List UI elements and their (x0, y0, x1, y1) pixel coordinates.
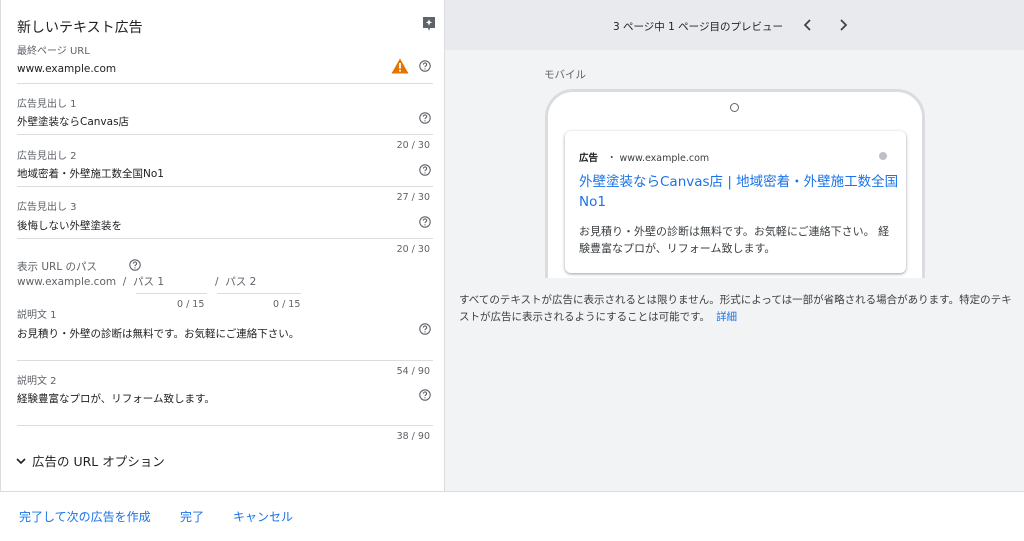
divider (17, 238, 433, 239)
headline2-char-count: 27 / 30 (396, 192, 430, 203)
sparkle-icon[interactable] (421, 16, 437, 32)
cancel-button[interactable]: キャンセル (233, 508, 293, 525)
ad-badge: 広告 (579, 153, 599, 164)
display-path-row: www.example.com / パス 1 / パス 2 (17, 274, 256, 289)
done-and-create-next-button[interactable]: 完了して次の広告を作成 (19, 508, 151, 525)
headline2-label: 広告見出し 2 (17, 151, 77, 162)
done-button[interactable]: 完了 (180, 508, 204, 525)
divider (17, 83, 433, 84)
desc1-char-count: 54 / 90 (396, 366, 430, 377)
desc1-input[interactable]: お見積り・外壁の診断は無料です。お気軽にご連絡下さい。 (17, 326, 299, 341)
path2-underline (217, 293, 301, 294)
help-icon[interactable] (419, 216, 431, 228)
desc2-input[interactable]: 経験豊富なプロが、リフォーム致します。 (17, 391, 215, 406)
help-icon[interactable] (129, 259, 141, 271)
path1-char-count: 0 / 15 (177, 299, 205, 310)
path2-char-count: 0 / 15 (273, 299, 301, 310)
final-url-label: 最終ページ URL (17, 46, 90, 57)
path-separator: / (208, 276, 222, 288)
mobile-phone-frame: 広告 ・ www.example.com 外壁塗装ならCanvas店 | 地域密… (545, 89, 925, 278)
desc1-label: 説明文 1 (17, 310, 57, 321)
divider (17, 134, 433, 135)
ad-display-url: ・ www.example.com (607, 153, 710, 164)
url-options-label: 広告の URL オプション (32, 454, 165, 469)
chevron-left-icon[interactable] (800, 17, 816, 33)
display-path-domain: www.example.com (17, 276, 117, 288)
desc2-label: 説明文 2 (17, 376, 57, 387)
path1-underline (136, 293, 207, 294)
device-label: モバイル (544, 69, 586, 81)
details-link[interactable]: 詳細 (716, 311, 737, 323)
help-icon[interactable] (419, 164, 431, 176)
path2-input[interactable]: パス 2 (225, 274, 256, 289)
url-options-toggle[interactable]: 広告の URL オプション (15, 451, 165, 470)
headline1-input[interactable]: 外壁塗装ならCanvas店 (17, 114, 129, 129)
camera-icon (730, 103, 739, 112)
desc2-char-count: 38 / 90 (396, 431, 430, 442)
panel-title: 新しいテキスト広告 (17, 20, 143, 36)
ad-headline[interactable]: 外壁塗装ならCanvas店 | 地域密着・外壁施工数全国No1 (579, 172, 899, 212)
ad-description: お見積り・外壁の診断は無料です。お気軽にご連絡下さい。 経験豊富なプロが、リフォ… (579, 225, 890, 255)
preview-header: 3 ページ中 1 ページ目のプレビュー (445, 0, 1024, 50)
help-icon[interactable] (419, 112, 431, 124)
preview-note: すべてのテキストが広告に表示されるとは限りません。形式によっては一部が省略される… (459, 292, 1015, 326)
divider (17, 425, 433, 426)
chevron-down-icon (16, 457, 26, 464)
divider (17, 360, 433, 361)
chevron-right-icon[interactable] (835, 17, 851, 33)
headline1-char-count: 20 / 30 (396, 140, 430, 151)
path1-input[interactable]: パス 1 (133, 274, 205, 289)
divider (17, 186, 433, 187)
ad-editor: 新しいテキスト広告 最終ページ URL www.example.com 広告見出… (0, 0, 1024, 541)
headline3-label: 広告見出し 3 (17, 202, 77, 213)
action-bar: 完了して次の広告を作成 完了 キャンセル (0, 491, 1024, 541)
info-dot-icon (879, 152, 887, 160)
final-url-input[interactable]: www.example.com (17, 63, 116, 75)
headline3-input[interactable]: 後悔しない外壁塗装を (17, 218, 122, 233)
warning-icon[interactable] (391, 58, 409, 74)
ad-preview-card: 広告 ・ www.example.com 外壁塗装ならCanvas店 | 地域密… (565, 131, 906, 273)
headline3-char-count: 20 / 30 (396, 244, 430, 255)
help-icon[interactable] (419, 323, 431, 335)
display-path-label: 表示 URL のパス (17, 261, 98, 273)
ad-form-panel: 新しいテキスト広告 最終ページ URL www.example.com 広告見出… (0, 0, 445, 491)
headline2-input[interactable]: 地域密着・外壁施工数全国No1 (17, 166, 164, 181)
preview-panel: 3 ページ中 1 ページ目のプレビュー モバイル 広告 ・ www.exampl… (445, 0, 1024, 491)
help-icon[interactable] (419, 60, 431, 72)
preview-page-indicator: 3 ページ中 1 ページ目のプレビュー (613, 21, 783, 33)
headline1-label: 広告見出し 1 (17, 99, 77, 110)
help-icon[interactable] (419, 389, 431, 401)
path-separator: / (119, 276, 130, 288)
